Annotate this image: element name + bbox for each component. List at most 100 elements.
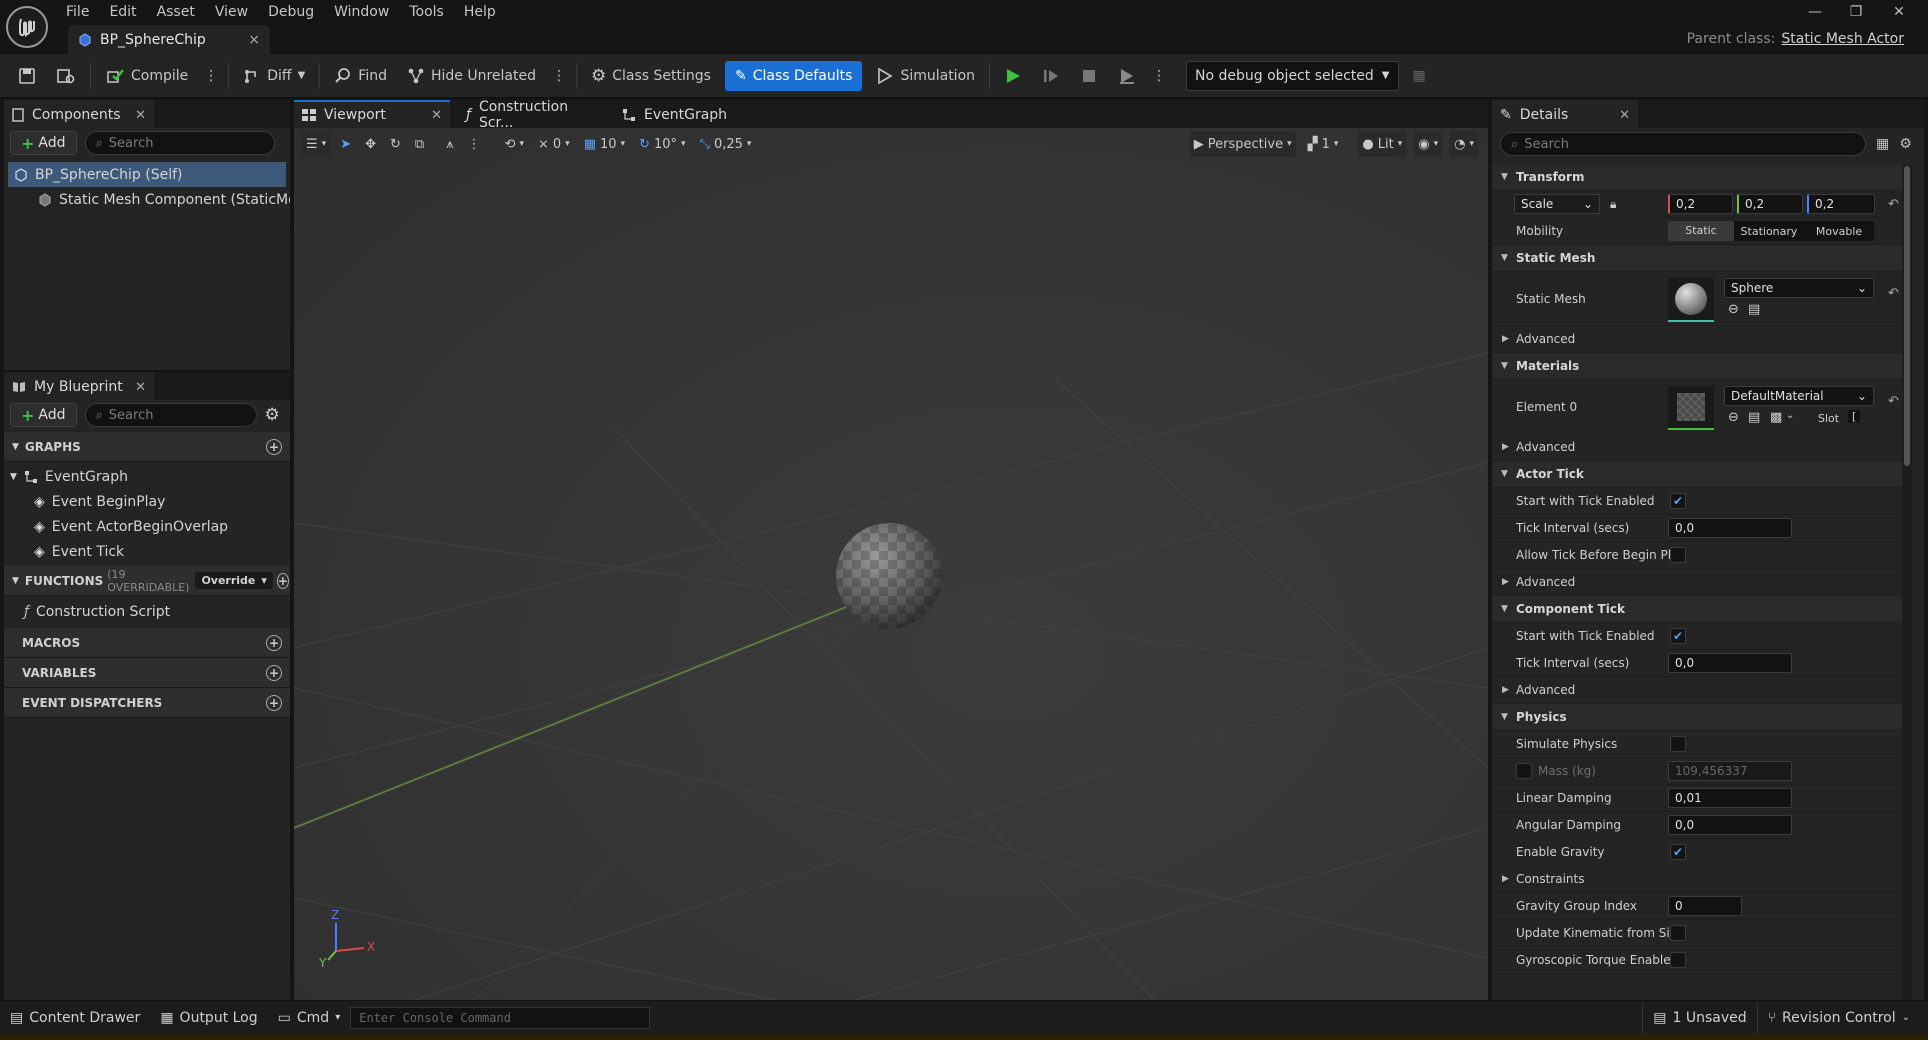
enable-gravity-checkbox[interactable]: ✔ [1670, 844, 1686, 860]
graphs-section-header[interactable]: ▼ GRAPHS + [4, 432, 290, 462]
mobility-stationary[interactable]: Stationary [1734, 225, 1804, 238]
section-static-mesh[interactable]: ▼ Static Mesh [1492, 245, 1902, 272]
use-selected-arrow-icon[interactable]: ⊖ [1728, 410, 1739, 425]
camera-speed-button[interactable]: ▞ 1 ▾ [1304, 131, 1343, 157]
unreal-logo-icon[interactable] [6, 6, 48, 48]
section-transform[interactable]: ▼ Transform [1492, 164, 1902, 191]
menu-help[interactable]: Help [454, 0, 506, 22]
save-icon[interactable] [12, 61, 42, 91]
section-materials[interactable]: ▼ Materials [1492, 353, 1902, 380]
start-tick-checkbox[interactable]: ✔ [1670, 628, 1686, 644]
gravity-group-input[interactable]: 0 [1668, 896, 1742, 916]
static-mesh-dropdown[interactable]: Sphere ⌄ [1724, 278, 1874, 298]
component-tick-advanced[interactable]: ▶ Advanced [1492, 677, 1902, 704]
close-icon[interactable]: ✕ [1619, 108, 1630, 123]
scrollbar-thumb[interactable] [1904, 166, 1910, 466]
my-blueprint-search-input[interactable]: ⌕ Search [84, 403, 257, 427]
lock-icon[interactable]: 🔒︎ [1610, 197, 1616, 212]
restore-icon[interactable]: ❐ [1841, 2, 1871, 22]
step-button[interactable] [1036, 61, 1066, 91]
output-log-button[interactable]: ▦ Output Log [150, 1002, 267, 1034]
class-defaults-button[interactable]: ✎ Class Defaults [724, 60, 863, 91]
reset-arrow-icon[interactable]: ↶ [1888, 197, 1899, 212]
console-input[interactable]: Enter Console Command [350, 1006, 651, 1029]
play-options-icon[interactable]: ⋮ [1150, 61, 1168, 91]
graph-item-eventgraph[interactable]: ▼ EventGraph [4, 464, 290, 489]
tab-viewport[interactable]: Viewport ✕ [294, 100, 450, 128]
close-icon[interactable]: ✕ [431, 108, 442, 123]
scale-snap-button[interactable]: ⤡ 0,25 ▾ [696, 131, 756, 157]
actor-tick-advanced[interactable]: ▶ Advanced [1492, 569, 1902, 596]
more-options-icon[interactable]: ⋮ [550, 61, 568, 91]
components-search-input[interactable]: ⌕ Search [84, 131, 275, 155]
add-component-button[interactable]: + Add [10, 131, 77, 155]
add-macro-icon[interactable]: + [266, 634, 282, 651]
hide-unrelated-button[interactable]: Hide Unrelated [401, 61, 542, 91]
more-options-icon[interactable]: ⋮ [464, 131, 485, 157]
settings-gear-icon[interactable]: ⚙ [1899, 136, 1912, 152]
add-function-icon[interactable]: + [276, 572, 289, 589]
slot-value[interactable]: [ [1848, 410, 1861, 423]
play-button[interactable] [998, 61, 1028, 91]
mass-override-checkbox[interactable] [1516, 763, 1532, 779]
chevron-down-icon[interactable]: ⌄ [1786, 410, 1794, 421]
override-dropdown[interactable]: Override ▾ [195, 572, 273, 589]
viewport-options-button[interactable]: ☰ ▾ [302, 131, 331, 157]
simulate-physics-checkbox[interactable] [1670, 736, 1686, 752]
surface-snap-icon[interactable]: ⩚ [442, 131, 457, 157]
menu-edit[interactable]: Edit [99, 0, 146, 22]
details-scrollbar[interactable] [1902, 164, 1912, 1000]
gyroscopic-checkbox[interactable] [1670, 952, 1686, 968]
content-drawer-button[interactable]: ▤ Content Drawer [0, 1002, 150, 1034]
menu-window[interactable]: Window [324, 0, 399, 22]
details-search-input[interactable]: ⌕ Search [1500, 132, 1866, 156]
browse-folder-icon[interactable]: ▤ [1748, 302, 1760, 317]
minimize-icon[interactable]: — [1800, 2, 1830, 22]
parent-class-link[interactable]: Static Mesh Actor [1781, 31, 1904, 47]
event-item-actorbeginoverlap[interactable]: ◈ Event ActorBeginOverlap [4, 514, 290, 539]
mobility-movable[interactable]: Movable [1804, 225, 1874, 238]
section-physics[interactable]: ▼ Physics [1492, 704, 1902, 731]
compile-options-icon[interactable]: ⋮ [202, 61, 220, 91]
tab-details[interactable]: ✎ Details ✕ [1492, 100, 1638, 128]
perspective-button[interactable]: ▶ Perspective ▾ [1189, 131, 1296, 157]
mobility-static[interactable]: Static [1668, 221, 1734, 241]
world-local-toggle[interactable]: ⟲ ▾ [501, 131, 528, 157]
angle-snap-button[interactable]: ↻ 10° ▾ [635, 131, 689, 157]
find-button[interactable]: Find [328, 61, 393, 91]
cmd-dropdown[interactable]: ▭ Cmd ▾ [268, 1002, 351, 1034]
select-mode-icon[interactable]: ➤ [336, 131, 355, 157]
scale-mode-dropdown[interactable]: Scale ⌄ [1514, 194, 1600, 214]
event-item-tick[interactable]: ◈ Event Tick [4, 539, 290, 564]
constraints-row[interactable]: ▶ Constraints [1492, 866, 1902, 893]
event-item-beginplay[interactable]: ◈ Event BeginPlay [4, 489, 290, 514]
browse-icon[interactable] [50, 61, 82, 91]
material-dropdown[interactable]: DefaultMaterial ⌄ [1724, 386, 1874, 406]
tab-construction-script[interactable]: ƒ Construction Scr... [450, 99, 610, 131]
menu-file[interactable]: File [56, 0, 99, 22]
browse-folder-icon[interactable]: ▤ [1748, 410, 1760, 425]
start-tick-checkbox[interactable]: ✔ [1670, 493, 1686, 509]
unsaved-button[interactable]: ▤ 1 Unsaved [1642, 1001, 1756, 1034]
compile-button[interactable]: Compile [99, 61, 194, 91]
eject-button[interactable] [1112, 61, 1142, 91]
scale-z-input[interactable]: 0,2 [1807, 194, 1875, 214]
translate-mode-icon[interactable]: ✥ [361, 131, 380, 157]
section-actor-tick[interactable]: ▼ Actor Tick [1492, 461, 1902, 488]
allow-tick-checkbox[interactable] [1670, 547, 1686, 563]
scale-x-input[interactable]: 0,2 [1668, 194, 1733, 214]
scale-mode-icon[interactable]: ⧉ [411, 131, 428, 157]
use-selected-arrow-icon[interactable]: ⊖ [1728, 302, 1739, 317]
grid-snap-button[interactable]: ▦ 10 ▾ [580, 131, 629, 157]
static-mesh-thumbnail[interactable] [1668, 278, 1714, 322]
macros-section-header[interactable]: MACROS + [4, 628, 290, 658]
close-icon[interactable]: ✕ [135, 380, 146, 395]
linear-damping-input[interactable]: 0,01 [1668, 788, 1792, 808]
debug-filter-icon[interactable]: ▦ [1407, 61, 1432, 91]
tab-eventgraph[interactable]: EventGraph [610, 100, 750, 128]
menu-asset[interactable]: Asset [147, 0, 205, 22]
debug-object-select[interactable]: No debug object selected ▼ [1186, 60, 1399, 91]
performance-button[interactable]: ◔ ▾ [1450, 131, 1478, 157]
component-item-static-mesh[interactable]: Static Mesh Component (StaticMeshCo [4, 187, 290, 212]
materials-advanced[interactable]: ▶ Advanced [1492, 434, 1902, 461]
